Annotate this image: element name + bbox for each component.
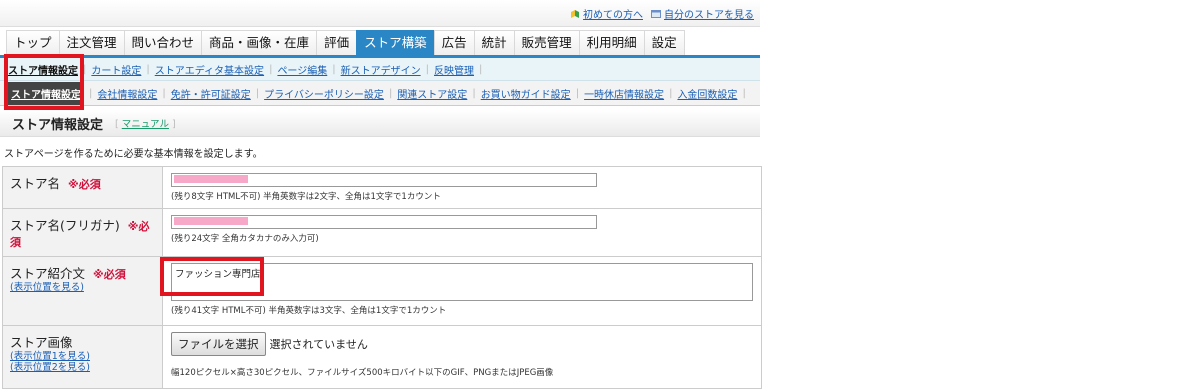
store-name-value-cell: (残り8文字 HTML不可) 半角英数字は2文字、全角は1文字で1カウント [162,166,762,209]
file-status: 選択されていません [269,338,368,351]
choose-file-button[interactable]: ファイルを選択 [171,332,266,356]
tab-store-build[interactable]: ストア構築 [356,30,435,55]
tab-ads[interactable]: 広告 [433,30,475,55]
row-store-name: ストア名 ※必須 (残り8文字 HTML不可) 半角英数字は2文字、全角は1文字で… [2,166,762,209]
store-info-form: ストア名 ※必須 (残り8文字 HTML不可) 半角英数字は2文字、全角は1文字で… [2,166,762,389]
beginner-link[interactable]: 初めての方へ [570,6,643,21]
row-store-image: ストア画像 (表示位置1を見る) (表示位置2を見る) ファイルを選択 選択されて… [2,325,762,389]
top-links: 初めての方へ 自分のストアを見る [570,6,754,21]
subnav2-guide[interactable]: お買い物ガイド設定 [481,86,571,101]
tab-billing[interactable]: 利用明細 [578,30,645,55]
highlight-box-intro [160,257,264,296]
tab-orders[interactable]: 注文管理 [58,30,125,55]
store-kana-note: (残り24文字 全角カタカナのみ入力可) [171,234,319,244]
manual-wrapper: [ マニュアル ] [115,119,176,130]
subnav-secondary: ストア情報設定 | 会社情報設定 | 免許・許可証設定 | プライバシーポリシー設定 |… [0,81,760,106]
top-bar: 初めての方へ 自分のストアを見る [0,0,760,27]
manual-link[interactable]: マニュアル [122,119,169,130]
subnav2-company[interactable]: 会社情報設定 [97,86,157,101]
tab-top[interactable]: トップ [6,30,60,55]
store-kana-value-cell: (残り24文字 全角カタカナのみ入力可) [162,208,762,257]
subnav1-new-design[interactable]: 新ストアデザイン [341,62,421,77]
view-store-link[interactable]: 自分のストアを見る [651,6,754,21]
tab-reviews[interactable]: 評価 [316,30,358,55]
view-store-link-text[interactable]: 自分のストアを見る [664,10,754,21]
tab-stats[interactable]: 統計 [473,30,515,55]
store-intro-note: (残り41文字 HTML不可) 半角英数字は3文字、全角は1文字で1カウント [171,306,447,316]
subnav1-cart[interactable]: カート設定 [91,62,141,77]
image-position1-link[interactable]: (表示位置1を見る) [10,351,155,362]
store-kana-input[interactable] [171,215,597,229]
beginner-icon [571,10,579,18]
subnav2-related[interactable]: 関連ストア設定 [397,86,467,101]
row-store-intro: ストア紹介文 ※必須 (表示位置を見る) ファッション専門店 (残り41文字 HT… [2,256,762,326]
store-kana-label-cell: ストア名(フリガナ) ※必須 [2,208,163,257]
row-store-kana: ストア名(フリガナ) ※必須 (残り24文字 全角カタカナのみ入力可) [2,208,762,257]
required-mark: ※必須 [68,178,101,191]
tab-products[interactable]: 商品・画像・在庫 [201,30,318,55]
subnav2-closure[interactable]: 一時休店情報設定 [584,86,664,101]
subnav1-page-edit[interactable]: ページ編集 [277,62,327,77]
subnav1-reflect[interactable]: 反映管理 [434,62,474,77]
store-image-label: ストア画像 [10,335,73,350]
store-kana-label: ストア名(フリガナ) [10,218,120,233]
intro-position-link[interactable]: (表示位置を見る) [10,282,155,293]
required-mark: ※必須 [93,268,126,281]
subnav2-privacy[interactable]: プライバシーポリシー設定 [264,86,384,101]
page-title: ストア情報設定 [12,117,104,133]
subnav2-payment[interactable]: 入金回数設定 [677,86,737,101]
store-intro-label-cell: ストア紹介文 ※必須 (表示位置を見る) [2,256,163,326]
beginner-link-text[interactable]: 初めての方へ [583,10,643,21]
title-bar: ストア情報設定 [ マニュアル ] [0,110,760,137]
tab-inquiries[interactable]: 問い合わせ [123,30,203,55]
store-name-note: (残り8文字 HTML不可) 半角英数字は2文字、全角は1文字で1カウント [171,192,441,202]
page-description: ストアページを作るために必要な基本情報を設定します。 [4,149,263,160]
store-name-label: ストア名 [10,176,61,191]
store-name-label-cell: ストア名 ※必須 [2,166,163,209]
subnav1-editor-basic[interactable]: ストアエディタ基本設定 [155,62,264,77]
store-image-note: 幅120ピクセル×高さ30ピクセル、ファイルサイズ500キロバイト以下のGIF、… [171,368,554,378]
store-image-label-cell: ストア画像 (表示位置1を見る) (表示位置2を見る) [2,325,163,389]
store-intro-label: ストア紹介文 [10,266,86,281]
window-icon [651,10,661,18]
tab-settings[interactable]: 設定 [643,30,685,55]
redaction-mask [174,175,248,183]
subnav-primary: ストア情報設定 | カート設定 | ストアエディタ基本設定 | ページ編集 | 新ストア… [0,58,760,81]
subnav2-license[interactable]: 免許・許可証設定 [171,86,251,101]
highlight-box-subnav [4,54,84,110]
store-name-input[interactable] [171,173,597,187]
main-tabs: トップ 注文管理 問い合わせ 商品・画像・在庫 評価 ストア構築 広告 統計 販… [0,27,760,58]
image-position2-link[interactable]: (表示位置2を見る) [10,362,155,373]
page-container: 初めての方へ 自分のストアを見る トップ 注文管理 問い合わせ 商品・画像・在庫… [0,0,762,389]
store-image-value-cell: ファイルを選択 選択されていません 幅120ピクセル×高さ30ピクセル、ファイルサ… [162,325,762,389]
redaction-mask [174,217,248,225]
tab-sales[interactable]: 販売管理 [513,30,580,55]
